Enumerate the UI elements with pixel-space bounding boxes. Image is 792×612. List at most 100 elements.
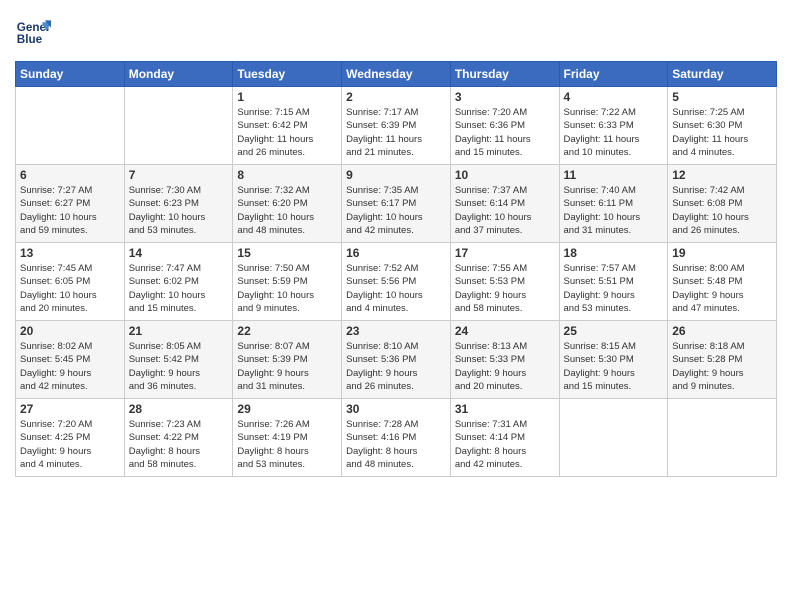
calendar-cell: 30Sunrise: 7:28 AM Sunset: 4:16 PM Dayli… [342, 399, 451, 477]
calendar-cell: 29 Sunrise: 7:26 AM Sunset: 4:19 PM Dayli… [233, 399, 342, 477]
calendar-cell [559, 399, 668, 477]
calendar-cell: 22Sunrise: 8:07 AM Sunset: 5:39 PM Dayli… [233, 321, 342, 399]
svg-text:Blue: Blue [17, 33, 43, 46]
calendar-week-row: 1 Sunrise: 7:15 AM Sunset: 6:42 PM Daylig… [16, 87, 777, 165]
calendar-cell: 13 Sunrise: 7:45 AM Sunset: 6:05 PM Dayli… [16, 243, 125, 321]
day-number: 22 [237, 324, 337, 338]
day-info: Sunrise: 7:22 AM Sunset: 6:33 PM Dayligh… [564, 106, 664, 159]
day-number: 17 [455, 246, 555, 260]
day-info: Sunrise: 8:00 AM Sunset: 5:48 PM Dayligh… [672, 262, 772, 315]
day-info: Sunrise: 7:31 AM Sunset: 4:14 PM Dayligh… [455, 418, 555, 471]
day-info: Sunrise: 7:30 AM Sunset: 6:23 PM Dayligh… [129, 184, 229, 237]
calendar-week-row: 20 Sunrise: 8:02 AM Sunset: 5:45 PM Dayli… [16, 321, 777, 399]
day-info: Sunrise: 8:18 AM Sunset: 5:28 PM Dayligh… [672, 340, 772, 393]
calendar-cell: 25Sunrise: 8:15 AM Sunset: 5:30 PM Dayli… [559, 321, 668, 399]
day-number: 29 [237, 402, 337, 416]
weekday-header: Thursday [450, 62, 559, 87]
day-info: Sunrise: 8:05 AM Sunset: 5:42 PM Dayligh… [129, 340, 229, 393]
calendar-cell: 8Sunrise: 7:32 AM Sunset: 6:20 PM Daylig… [233, 165, 342, 243]
day-number: 8 [237, 168, 337, 182]
day-info: Sunrise: 7:23 AM Sunset: 4:22 PM Dayligh… [129, 418, 229, 471]
day-number: 1 [237, 90, 337, 104]
day-info: Sunrise: 8:13 AM Sunset: 5:33 PM Dayligh… [455, 340, 555, 393]
calendar-cell: 2Sunrise: 7:17 AM Sunset: 6:39 PM Daylig… [342, 87, 451, 165]
day-number: 13 [20, 246, 120, 260]
day-info: Sunrise: 7:50 AM Sunset: 5:59 PM Dayligh… [237, 262, 337, 315]
day-number: 30 [346, 402, 446, 416]
day-number: 6 [20, 168, 120, 182]
day-number: 15 [237, 246, 337, 260]
calendar-cell: 19 Sunrise: 8:00 AM Sunset: 5:48 PM Dayli… [668, 243, 777, 321]
calendar-cell: 24 Sunrise: 8:13 AM Sunset: 5:33 PM Dayli… [450, 321, 559, 399]
calendar-cell: 9 Sunrise: 7:35 AM Sunset: 6:17 PM Daylig… [342, 165, 451, 243]
page-container: General Blue SundayMondayTuesdayWednesda… [0, 0, 792, 487]
logo-icon: General Blue [15, 15, 51, 51]
day-info: Sunrise: 7:37 AM Sunset: 6:14 PM Dayligh… [455, 184, 555, 237]
day-info: Sunrise: 7:55 AM Sunset: 5:53 PM Dayligh… [455, 262, 555, 315]
day-info: Sunrise: 7:47 AM Sunset: 6:02 PM Dayligh… [129, 262, 229, 315]
calendar-week-row: 6 Sunrise: 7:27 AM Sunset: 6:27 PM Daylig… [16, 165, 777, 243]
calendar-cell [668, 399, 777, 477]
calendar-cell: 16 Sunrise: 7:52 AM Sunset: 5:56 PM Dayli… [342, 243, 451, 321]
day-info: Sunrise: 7:52 AM Sunset: 5:56 PM Dayligh… [346, 262, 446, 315]
calendar-cell: 1 Sunrise: 7:15 AM Sunset: 6:42 PM Daylig… [233, 87, 342, 165]
day-number: 9 [346, 168, 446, 182]
day-number: 10 [455, 168, 555, 182]
day-number: 11 [564, 168, 664, 182]
day-info: Sunrise: 7:20 AM Sunset: 4:25 PM Dayligh… [20, 418, 120, 471]
weekday-header: Friday [559, 62, 668, 87]
calendar-cell: 21 Sunrise: 8:05 AM Sunset: 5:42 PM Dayli… [124, 321, 233, 399]
calendar-cell: 27Sunrise: 7:20 AM Sunset: 4:25 PM Dayli… [16, 399, 125, 477]
calendar-cell: 12Sunrise: 7:42 AM Sunset: 6:08 PM Dayli… [668, 165, 777, 243]
day-info: Sunrise: 7:35 AM Sunset: 6:17 PM Dayligh… [346, 184, 446, 237]
calendar-cell [16, 87, 125, 165]
day-number: 19 [672, 246, 772, 260]
header: General Blue [15, 15, 777, 51]
day-info: Sunrise: 7:15 AM Sunset: 6:42 PM Dayligh… [237, 106, 337, 159]
calendar-week-row: 27Sunrise: 7:20 AM Sunset: 4:25 PM Dayli… [16, 399, 777, 477]
calendar-cell: 15 Sunrise: 7:50 AM Sunset: 5:59 PM Dayli… [233, 243, 342, 321]
day-info: Sunrise: 7:27 AM Sunset: 6:27 PM Dayligh… [20, 184, 120, 237]
weekday-header: Wednesday [342, 62, 451, 87]
calendar-cell: 14 Sunrise: 7:47 AM Sunset: 6:02 PM Dayli… [124, 243, 233, 321]
day-info: Sunrise: 7:26 AM Sunset: 4:19 PM Dayligh… [237, 418, 337, 471]
day-number: 20 [20, 324, 120, 338]
day-info: Sunrise: 7:20 AM Sunset: 6:36 PM Dayligh… [455, 106, 555, 159]
day-number: 28 [129, 402, 229, 416]
day-number: 3 [455, 90, 555, 104]
day-number: 16 [346, 246, 446, 260]
calendar-cell: 23 Sunrise: 8:10 AM Sunset: 5:36 PM Dayli… [342, 321, 451, 399]
day-number: 14 [129, 246, 229, 260]
day-number: 24 [455, 324, 555, 338]
day-info: Sunrise: 8:10 AM Sunset: 5:36 PM Dayligh… [346, 340, 446, 393]
calendar-cell: 3 Sunrise: 7:20 AM Sunset: 6:36 PM Daylig… [450, 87, 559, 165]
calendar-cell [124, 87, 233, 165]
day-number: 26 [672, 324, 772, 338]
day-number: 31 [455, 402, 555, 416]
weekday-header: Saturday [668, 62, 777, 87]
day-number: 21 [129, 324, 229, 338]
day-number: 25 [564, 324, 664, 338]
calendar-cell: 17 Sunrise: 7:55 AM Sunset: 5:53 PM Dayli… [450, 243, 559, 321]
day-number: 5 [672, 90, 772, 104]
day-info: Sunrise: 7:57 AM Sunset: 5:51 PM Dayligh… [564, 262, 664, 315]
calendar-cell: 4Sunrise: 7:22 AM Sunset: 6:33 PM Daylig… [559, 87, 668, 165]
day-info: Sunrise: 7:17 AM Sunset: 6:39 PM Dayligh… [346, 106, 446, 159]
day-info: Sunrise: 8:02 AM Sunset: 5:45 PM Dayligh… [20, 340, 120, 393]
weekday-header: Monday [124, 62, 233, 87]
day-info: Sunrise: 7:45 AM Sunset: 6:05 PM Dayligh… [20, 262, 120, 315]
calendar-cell: 20 Sunrise: 8:02 AM Sunset: 5:45 PM Dayli… [16, 321, 125, 399]
calendar-cell: 31 Sunrise: 7:31 AM Sunset: 4:14 PM Dayli… [450, 399, 559, 477]
calendar-cell: 26 Sunrise: 8:18 AM Sunset: 5:28 PM Dayli… [668, 321, 777, 399]
logo: General Blue [15, 15, 51, 51]
weekday-header: Sunday [16, 62, 125, 87]
calendar-cell: 11Sunrise: 7:40 AM Sunset: 6:11 PM Dayli… [559, 165, 668, 243]
calendar-week-row: 13 Sunrise: 7:45 AM Sunset: 6:05 PM Dayli… [16, 243, 777, 321]
calendar-header: SundayMondayTuesdayWednesdayThursdayFrid… [16, 62, 777, 87]
day-number: 23 [346, 324, 446, 338]
calendar-cell: 5Sunrise: 7:25 AM Sunset: 6:30 PM Daylig… [668, 87, 777, 165]
calendar-cell: 28 Sunrise: 7:23 AM Sunset: 4:22 PM Dayli… [124, 399, 233, 477]
weekday-row: SundayMondayTuesdayWednesdayThursdayFrid… [16, 62, 777, 87]
day-number: 12 [672, 168, 772, 182]
calendar-cell: 18Sunrise: 7:57 AM Sunset: 5:51 PM Dayli… [559, 243, 668, 321]
